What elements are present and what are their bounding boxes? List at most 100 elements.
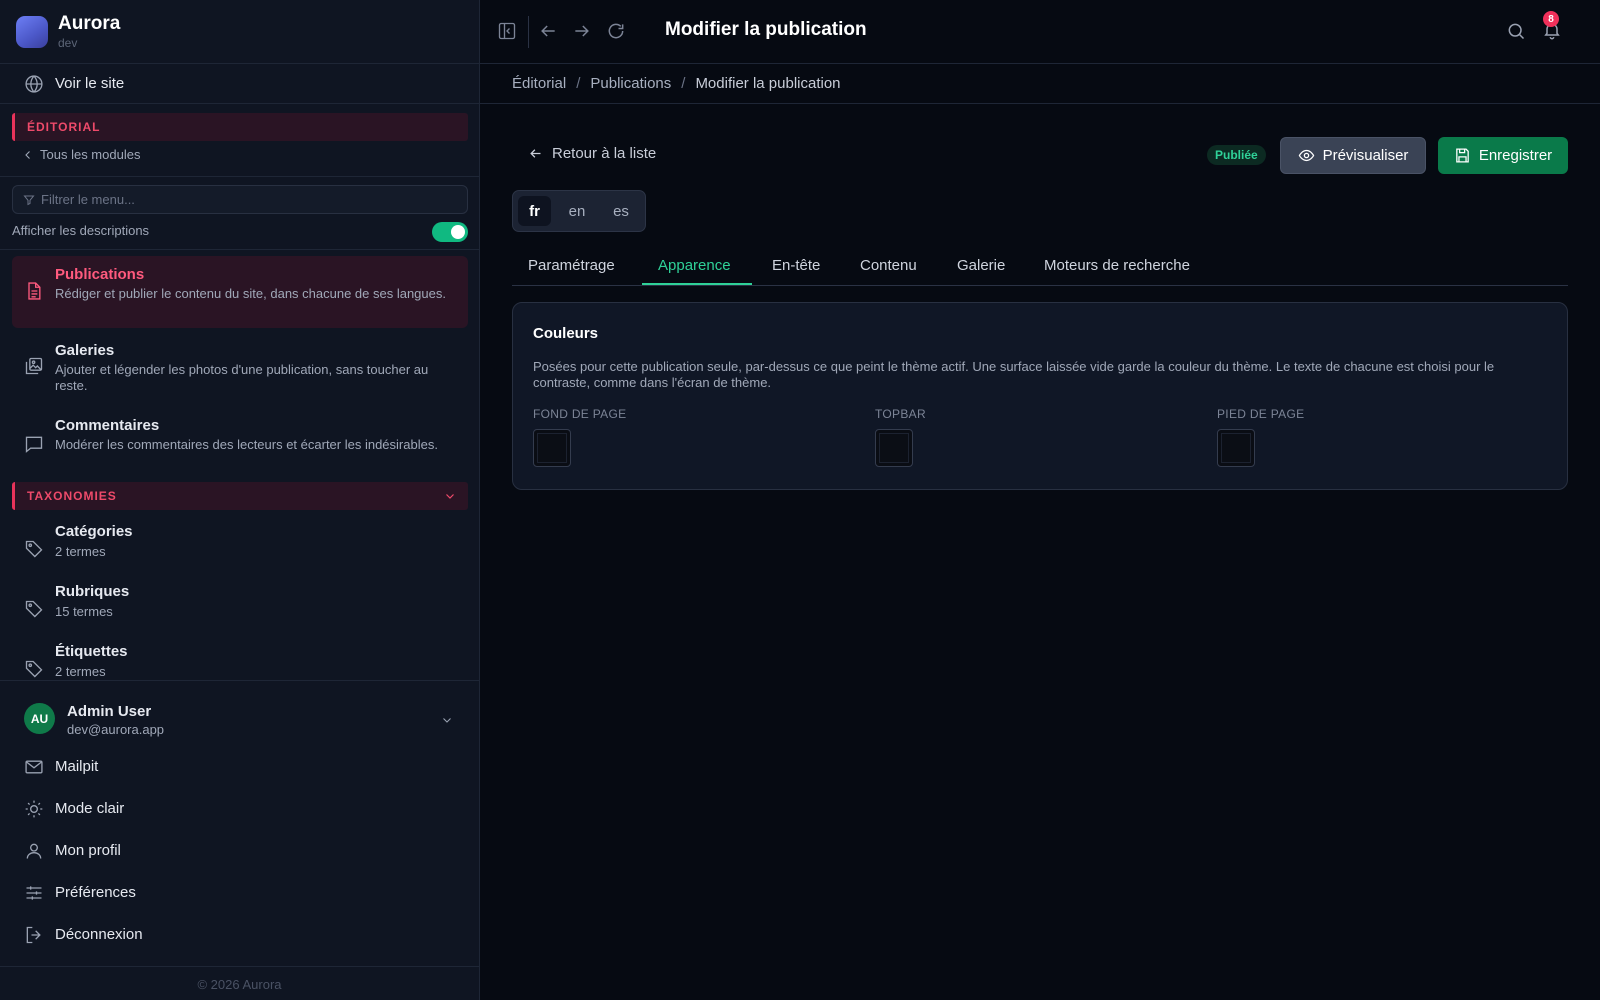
color-field-topbar: TOPBAR (875, 407, 926, 467)
save-button[interactable]: Enregistrer (1438, 137, 1568, 174)
color-picker-footer[interactable] (1217, 429, 1255, 467)
taxonomies-section-header[interactable]: TAXONOMIES (12, 482, 468, 510)
editorial-section-header: ÉDITORIAL (12, 113, 468, 141)
chevron-left-icon (22, 149, 34, 161)
tab-bar: Paramétrage Apparence En-tête Contenu Ga… (512, 250, 1568, 286)
chevron-down-icon (441, 714, 453, 726)
preview-label: Prévisualiser (1322, 147, 1409, 164)
color-field-footer: PIED DE PAGE (1217, 407, 1304, 467)
sidebar-divider (0, 176, 479, 177)
sidebar-item-desc: Ajouter et légender les photos d'une pub… (55, 362, 429, 393)
sidebar-item-publications[interactable]: Publications Rédiger et publier le conte… (12, 256, 468, 328)
sun-icon (24, 799, 44, 819)
sidebar-item-etiquettes[interactable]: Étiquettes 2 termes (12, 643, 468, 679)
comment-icon (24, 434, 44, 454)
color-swatch (537, 433, 567, 463)
view-site-label: Voir le site (55, 75, 125, 92)
search-icon[interactable] (1506, 21, 1526, 41)
user-email: dev@aurora.app (67, 722, 165, 737)
user-menu[interactable]: AU Admin User dev@aurora.app (0, 681, 479, 741)
copyright: © 2026 Aurora (197, 977, 282, 992)
colors-card: Couleurs Posées pour cette publication s… (512, 302, 1568, 490)
document-icon (24, 281, 44, 301)
sidebar-item-categories[interactable]: Catégories 2 termes (12, 523, 468, 579)
tab-contenu[interactable]: Contenu (860, 257, 917, 274)
brand-logo (16, 16, 48, 48)
view-site-link[interactable]: Voir le site (0, 64, 479, 104)
tag-icon (24, 599, 44, 619)
sidebar-item-galeries[interactable]: Galeries Ajouter et légender les photos … (12, 334, 468, 406)
sidebar-item-mailpit[interactable]: Mailpit (0, 749, 479, 785)
language-option-es[interactable]: es (601, 196, 641, 226)
eye-icon (1298, 147, 1315, 164)
color-picker-page-background[interactable] (533, 429, 571, 467)
show-descriptions-toggle[interactable] (432, 222, 468, 242)
sidebar-item-mode-clair[interactable]: Mode clair (0, 791, 479, 827)
gallery-icon (24, 356, 44, 376)
all-modules-link[interactable]: Tous les modules (22, 147, 140, 162)
taxonomy-title: Rubriques (55, 583, 130, 600)
floppy-icon (1454, 147, 1471, 164)
logout-icon (24, 925, 44, 945)
refresh-icon[interactable] (606, 21, 626, 41)
footer-item-label: Préférences (55, 884, 136, 901)
breadcrumb-separator: / (681, 75, 686, 92)
toggle-knob (451, 225, 465, 239)
globe-icon (24, 74, 44, 94)
sidebar-item-title: Commentaires (55, 417, 160, 434)
card-description: Posées pour cette publication seule, par… (533, 359, 1495, 390)
sidebar-item-deconnexion[interactable]: Déconnexion (0, 917, 479, 953)
preview-button[interactable]: Prévisualiser (1280, 137, 1426, 174)
page-title: Modifier la publication (665, 19, 867, 40)
sidebar-divider (0, 249, 479, 250)
chevron-down-icon (444, 490, 456, 502)
editorial-section-label: ÉDITORIAL (27, 120, 101, 134)
show-descriptions-label: Afficher les descriptions (12, 223, 150, 238)
color-field-label: FOND DE PAGE (533, 407, 627, 421)
sidebar-item-title: Galeries (55, 342, 115, 359)
sidebar-item-desc: Modérer les commentaires des lecteurs et… (55, 437, 438, 452)
active-tab-indicator (642, 283, 752, 285)
color-field-page-background: FOND DE PAGE (533, 407, 627, 467)
tab-en-tete[interactable]: En-tête (772, 257, 820, 274)
breadcrumb: Éditorial / Publications / Modifier la p… (512, 75, 841, 92)
language-option-fr[interactable]: fr (518, 196, 551, 226)
breadcrumb-item[interactable]: Éditorial (512, 75, 566, 92)
sidebar-item-mon-profil[interactable]: Mon profil (0, 833, 479, 869)
footer-item-label: Déconnexion (55, 926, 143, 943)
sidebar-item-title: Publications (55, 266, 145, 283)
breadcrumb-separator: / (576, 75, 581, 92)
tab-galerie[interactable]: Galerie (957, 257, 1005, 274)
footer-item-label: Mailpit (55, 758, 99, 775)
breadcrumb-bar: Éditorial / Publications / Modifier la p… (480, 64, 1600, 104)
sidebar-item-preferences[interactable]: Préférences (0, 875, 479, 911)
footer-item-label: Mon profil (55, 842, 121, 859)
menu-filter-field[interactable] (12, 185, 468, 214)
sidebar-divider (0, 966, 479, 967)
save-label: Enregistrer (1478, 147, 1553, 164)
brand-env: dev (58, 36, 78, 50)
brand-header[interactable]: Aurora dev (0, 0, 479, 64)
back-to-list-link[interactable]: Retour à la liste (528, 145, 656, 162)
taxonomy-count: 2 termes (55, 544, 106, 559)
taxonomy-title: Étiquettes (55, 643, 128, 660)
tab-moteurs-de-recherche[interactable]: Moteurs de recherche (1044, 257, 1190, 274)
breadcrumb-item[interactable]: Publications (590, 75, 671, 92)
forward-arrow-icon[interactable] (572, 21, 592, 41)
color-picker-topbar[interactable] (875, 429, 913, 467)
color-field-label: TOPBAR (875, 407, 926, 421)
color-swatch (1221, 433, 1251, 463)
taxonomy-title: Catégories (55, 523, 133, 540)
footer-item-label: Mode clair (55, 800, 125, 817)
menu-filter-input[interactable] (41, 186, 461, 213)
user-name: Admin User (67, 703, 152, 720)
back-arrow-icon[interactable] (538, 21, 558, 41)
sidebar-item-rubriques[interactable]: Rubriques 15 termes (12, 583, 468, 639)
sidebar-item-commentaires[interactable]: Commentaires Modérer les commentaires de… (12, 410, 468, 482)
tab-parametrage[interactable]: Paramétrage (528, 257, 615, 274)
tab-apparence[interactable]: Apparence (658, 257, 731, 274)
language-option-en[interactable]: en (557, 196, 597, 226)
avatar: AU (24, 703, 55, 734)
sidebar-toggle-icon[interactable] (497, 21, 517, 41)
topbar-divider (528, 16, 529, 48)
